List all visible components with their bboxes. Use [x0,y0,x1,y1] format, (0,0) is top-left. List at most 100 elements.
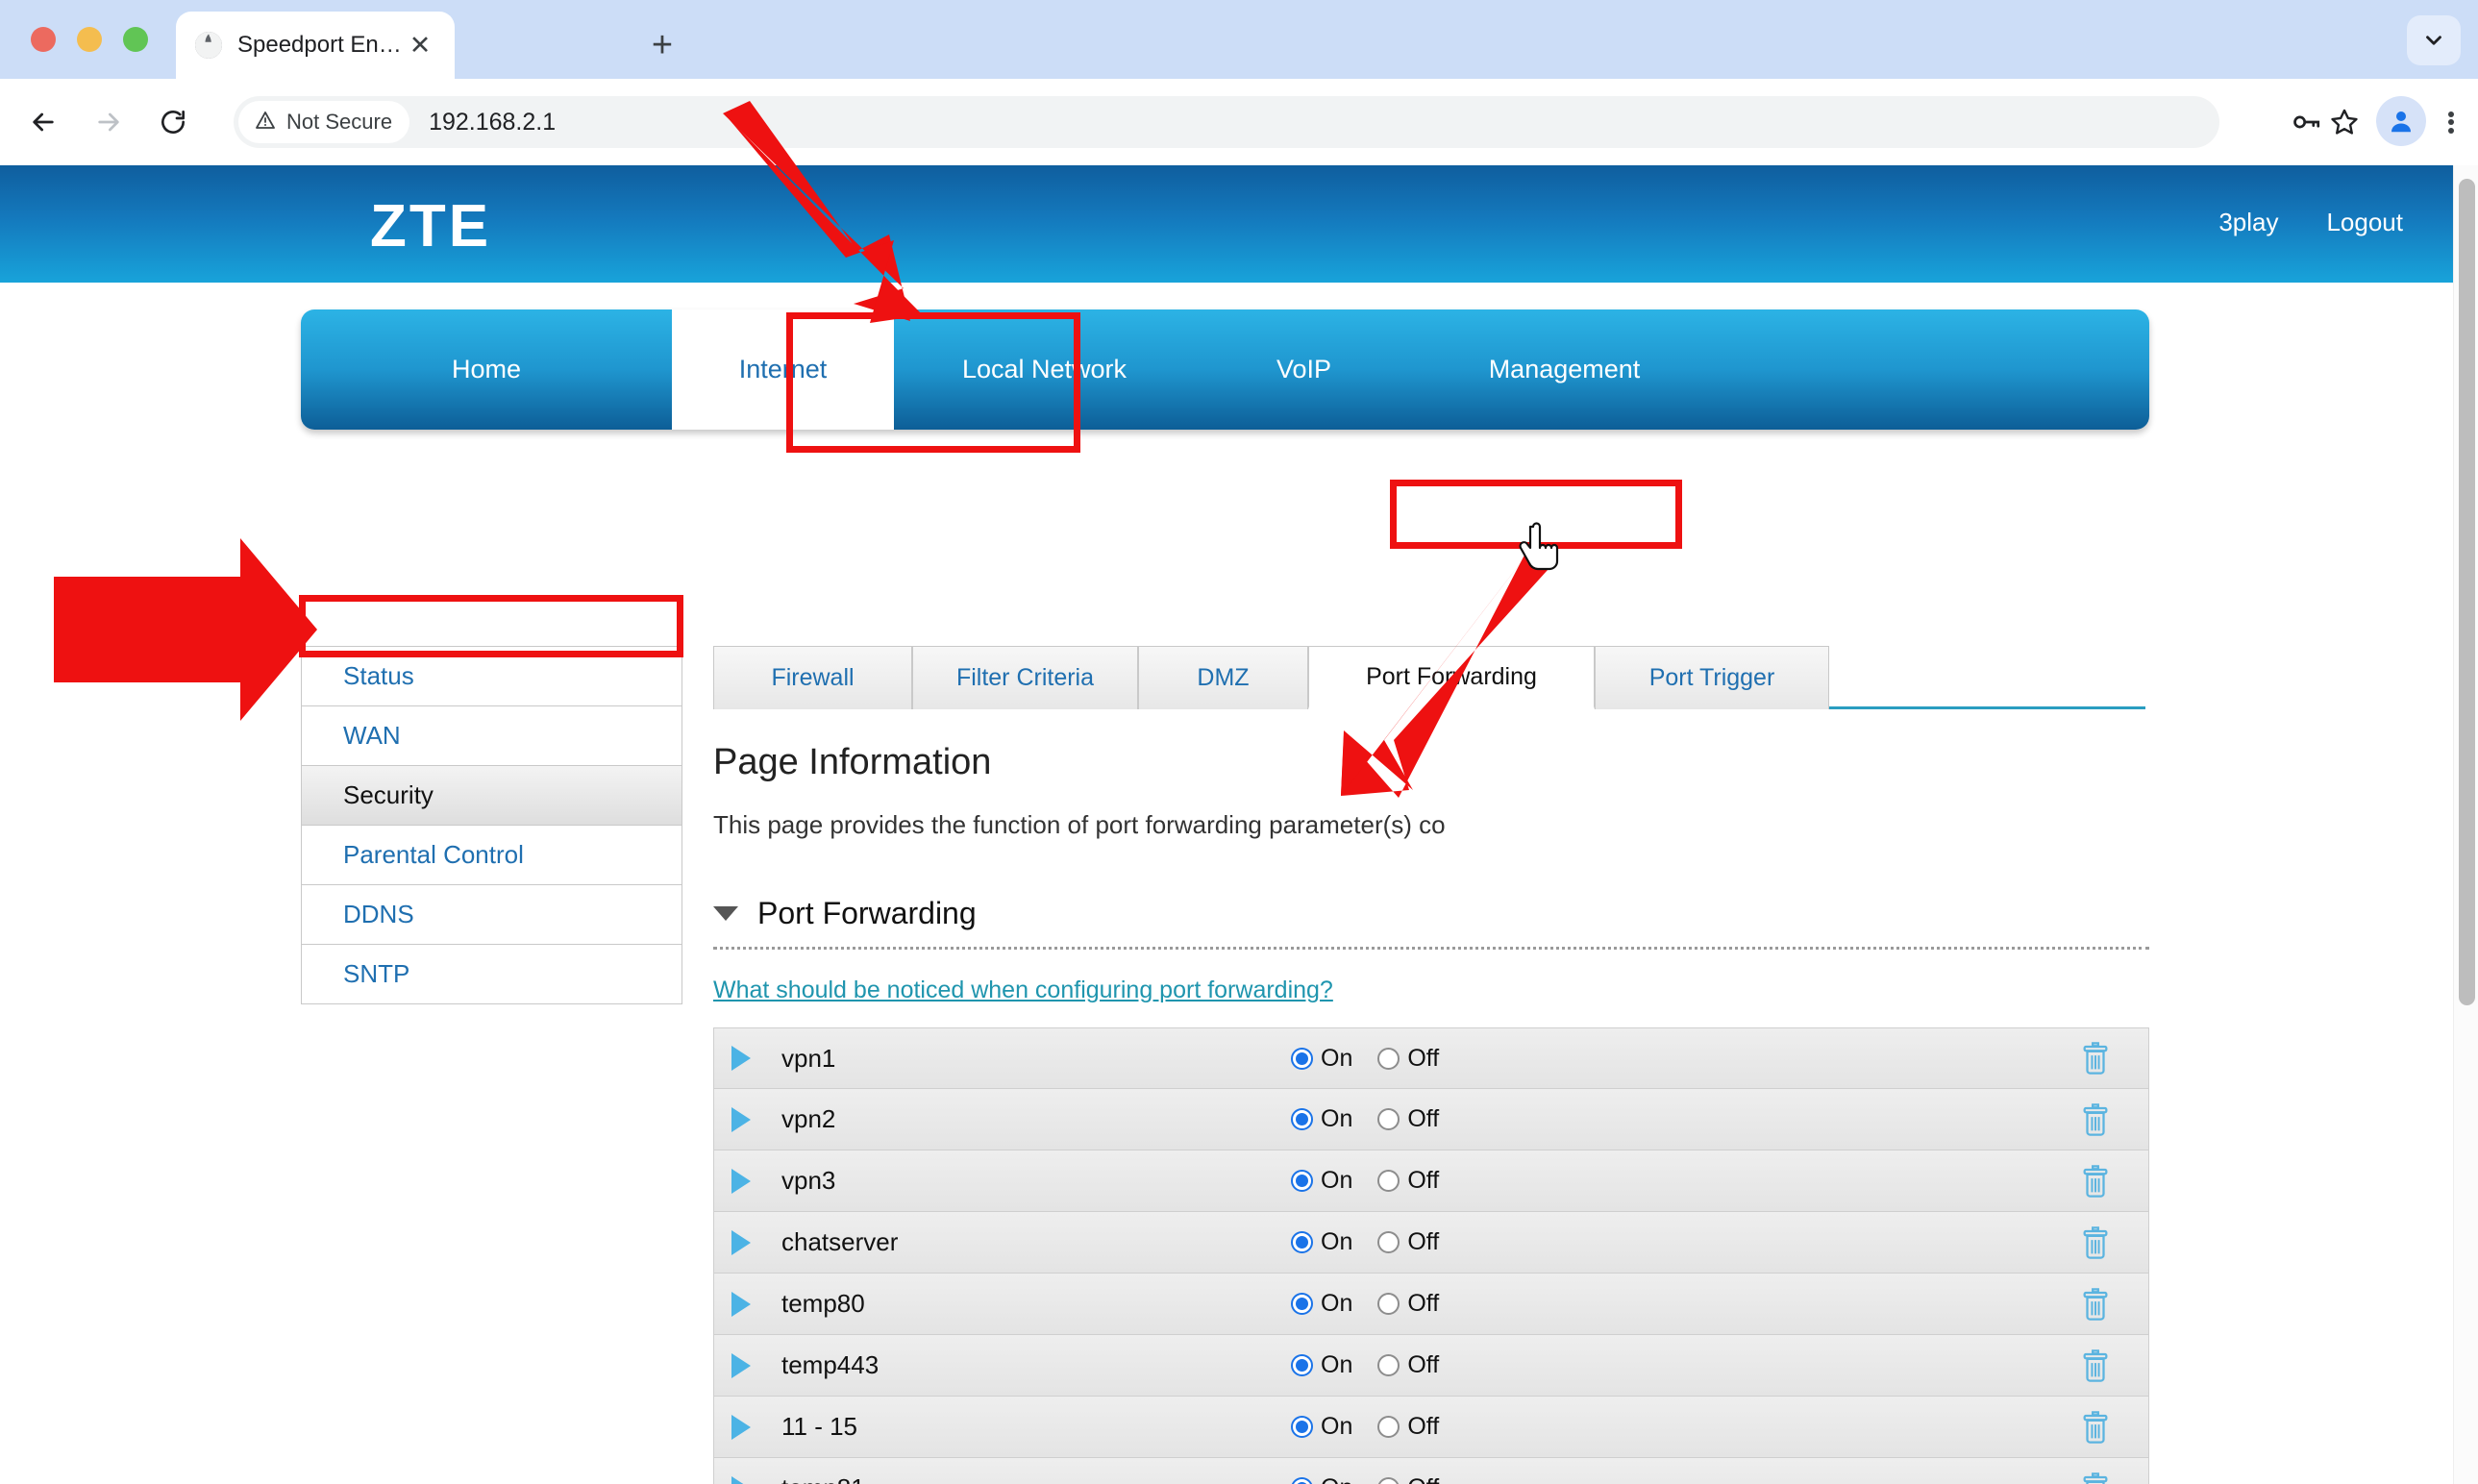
table-row[interactable]: vpn3 On Off [713,1150,2149,1212]
service-link-3play[interactable]: 3play [2218,208,2278,237]
radio-button-off[interactable] [1377,1416,1400,1438]
trash-icon[interactable] [2079,1286,2112,1323]
reload-icon[interactable] [149,98,197,146]
user-avatar-icon[interactable] [2376,96,2426,146]
maximize-window-button[interactable] [123,27,148,52]
radio-button-on[interactable] [1291,1047,1313,1070]
page-scrollbar[interactable] [2453,165,2478,1484]
radio-button-off[interactable] [1377,1354,1400,1376]
radio-button-on[interactable] [1291,1170,1313,1192]
browser-tab[interactable]: Speedport Entry 2i ✕ [176,12,455,79]
tab-port-forwarding[interactable]: Port Forwarding [1308,646,1595,709]
radio-button-on[interactable] [1291,1108,1313,1130]
arrow-right-icon[interactable] [85,98,133,146]
table-row[interactable]: vpn2 On Off [713,1089,2149,1150]
minimize-window-button[interactable] [77,27,102,52]
star-icon[interactable] [2320,98,2368,146]
table-row[interactable]: vpn1 On Off [713,1027,2149,1089]
radio-off[interactable]: Off [1377,1228,1439,1256]
tab-filter-criteria[interactable]: Filter Criteria [912,646,1138,709]
port-forwarding-notice-link[interactable]: What should be noticed when configuring … [713,977,1333,1004]
radio-on[interactable]: On [1291,1167,1352,1195]
radio-button-on[interactable] [1291,1416,1313,1438]
close-icon[interactable]: ✕ [403,28,437,62]
radio-on[interactable]: On [1291,1351,1352,1379]
radio-off[interactable]: Off [1377,1474,1439,1484]
radio-on[interactable]: On [1291,1228,1352,1256]
new-tab-button[interactable]: + [642,25,682,65]
sidebar-item-ddns[interactable]: DDNS [302,885,681,945]
radio-label-on: On [1321,1228,1353,1255]
radio-button-off[interactable] [1377,1293,1400,1315]
trash-icon[interactable] [2079,1101,2112,1138]
radio-on[interactable]: On [1291,1474,1352,1484]
triangle-right-icon[interactable] [731,1475,751,1484]
radio-off[interactable]: Off [1377,1351,1439,1379]
logout-link[interactable]: Logout [2326,208,2403,237]
table-row[interactable]: temp81 On Off [713,1458,2149,1484]
tab-dmz[interactable]: DMZ [1138,646,1308,709]
sidebar-item-status[interactable]: Status [302,647,681,706]
table-row[interactable]: chatserver On Off [713,1212,2149,1274]
address-bar[interactable]: Not Secure 192.168.2.1 [234,96,2219,148]
radio-off[interactable]: Off [1377,1413,1439,1441]
nav-item-voip[interactable]: VoIP [1195,309,1413,430]
trash-icon[interactable] [2079,1471,2112,1484]
chevron-down-icon[interactable] [2407,15,2461,65]
tab-firewall[interactable]: Firewall [713,646,912,709]
radio-button-off[interactable] [1377,1231,1400,1253]
table-row[interactable]: temp80 On Off [713,1274,2149,1335]
trash-icon[interactable] [2079,1163,2112,1200]
triangle-right-icon[interactable] [731,1414,751,1440]
trash-icon[interactable] [2079,1409,2112,1446]
radio-label-off: Off [1407,1228,1440,1255]
triangle-down-icon[interactable] [713,906,738,921]
trash-icon[interactable] [2079,1040,2112,1076]
url-text[interactable]: 192.168.2.1 [429,109,556,136]
tab-port-trigger[interactable]: Port Trigger [1595,646,1829,709]
radio-button-on[interactable] [1291,1293,1313,1315]
table-row[interactable]: temp443 On Off [713,1335,2149,1397]
triangle-right-icon[interactable] [731,1168,751,1194]
radio-on[interactable]: On [1291,1045,1352,1073]
site-security-chip[interactable]: Not Secure [238,101,410,143]
radio-button-on[interactable] [1291,1231,1313,1253]
radio-off[interactable]: Off [1377,1045,1439,1073]
radio-button-off[interactable] [1377,1047,1400,1070]
enable-radio-group: On Off [1291,1045,1439,1073]
sidebar-item-sntp[interactable]: SNTP [302,945,681,1004]
window-controls[interactable] [31,27,148,52]
nav-item-management[interactable]: Management [1413,309,1716,430]
triangle-right-icon[interactable] [731,1229,751,1255]
sidebar-item-label: DDNS [343,900,414,928]
radio-off[interactable]: Off [1377,1290,1439,1318]
triangle-right-icon[interactable] [731,1352,751,1378]
three-dot-menu-icon[interactable] [2427,98,2475,146]
sidebar-item-wan[interactable]: WAN [302,706,681,766]
radio-button-off[interactable] [1377,1477,1400,1484]
radio-on[interactable]: On [1291,1105,1352,1133]
nav-item-internet[interactable]: Internet [672,309,894,430]
table-row[interactable]: 11 - 15 On Off [713,1397,2149,1458]
radio-on[interactable]: On [1291,1290,1352,1318]
radio-button-off[interactable] [1377,1108,1400,1130]
nav-item-home[interactable]: Home [301,309,672,430]
trash-icon[interactable] [2079,1224,2112,1261]
radio-button-off[interactable] [1377,1170,1400,1192]
radio-off[interactable]: Off [1377,1105,1439,1133]
radio-button-on[interactable] [1291,1354,1313,1376]
radio-on[interactable]: On [1291,1413,1352,1441]
trash-icon[interactable] [2079,1348,2112,1384]
sidebar-item-parental-control[interactable]: Parental Control [302,826,681,885]
triangle-right-icon[interactable] [731,1046,751,1071]
section-header[interactable]: Port Forwarding [713,896,2149,931]
sidebar-item-security[interactable]: Security [302,766,681,826]
scrollbar-thumb[interactable] [2459,179,2475,1005]
radio-button-on[interactable] [1291,1477,1313,1484]
arrow-left-icon[interactable] [19,98,67,146]
nav-item-local-network[interactable]: Local Network [894,309,1195,430]
triangle-right-icon[interactable] [731,1291,751,1317]
close-window-button[interactable] [31,27,56,52]
triangle-right-icon[interactable] [731,1106,751,1132]
radio-off[interactable]: Off [1377,1167,1439,1195]
